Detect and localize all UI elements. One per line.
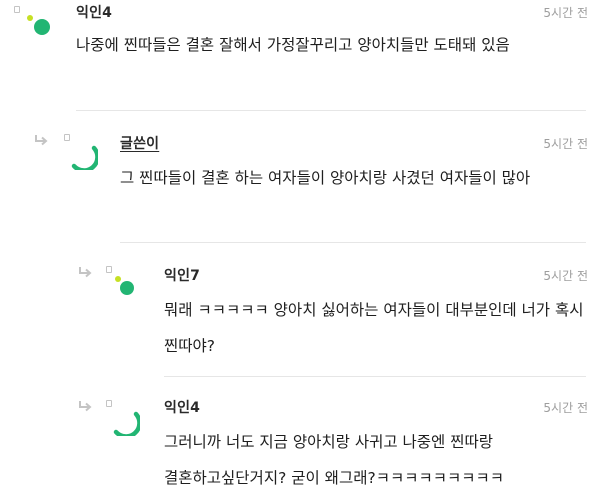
comment-nickname[interactable]: 익인4 [164, 397, 200, 417]
comment-text: 그러니까 너도 지금 양아치랑 사귀고 나중엔 찐따랑 결혼하고싶단거지? 굳이… [164, 433, 505, 487]
comment-timestamp: 5시간 전 [543, 401, 588, 415]
comment-timestamp: 5시간 전 [543, 6, 588, 20]
reply-item: 익인7 5시간 전 뭐래 ㅋㅋㅋㅋㅋ 양아치 싫어하는 여자들이 대부분인데 너… [0, 242, 600, 376]
reply-arrow-icon [79, 401, 92, 412]
green-dot-cluster-icon [115, 276, 134, 295]
green-dot-cluster-icon [27, 15, 50, 35]
comment-text: 나중에 찐따들은 결혼 잘해서 가정잘꾸리고 양아치들만 도태돼 있음 [76, 36, 510, 54]
comment-item: 익인4 5시간 전 나중에 찐따들은 결혼 잘해서 가정잘꾸리고 양아치들만 도… [0, 0, 600, 110]
comment-nickname-author[interactable]: 글쓴이 [120, 133, 159, 153]
comment-text: 뭐래 ㅋㅋㅋㅋㅋ 양아치 싫어하는 여자들이 대부분인데 너가 혹시 찐따야? [164, 301, 584, 355]
comment-timestamp: 5시간 전 [543, 137, 588, 151]
reply-item: 익인4 5시간 전 그러니까 너도 지금 양아치랑 사귀고 나중엔 찐따랑 결혼… [0, 376, 600, 490]
reply-arrow-icon [35, 135, 48, 146]
reply-arrow-icon [79, 267, 92, 278]
comment-timestamp: 5시간 전 [543, 269, 588, 283]
reply-item: 글쓴이 5시간 전 그 찐따들이 결혼 하는 여자들이 양아치랑 사겼던 여자들… [0, 110, 600, 242]
comment-nickname[interactable]: 익인7 [164, 265, 200, 285]
comment-text: 그 찐따들이 결혼 하는 여자들이 양아치랑 사겼던 여자들이 많아 [120, 169, 531, 187]
green-arc-icon [113, 411, 140, 436]
comment-nickname[interactable]: 익인4 [76, 2, 112, 22]
green-arc-icon [71, 145, 98, 170]
